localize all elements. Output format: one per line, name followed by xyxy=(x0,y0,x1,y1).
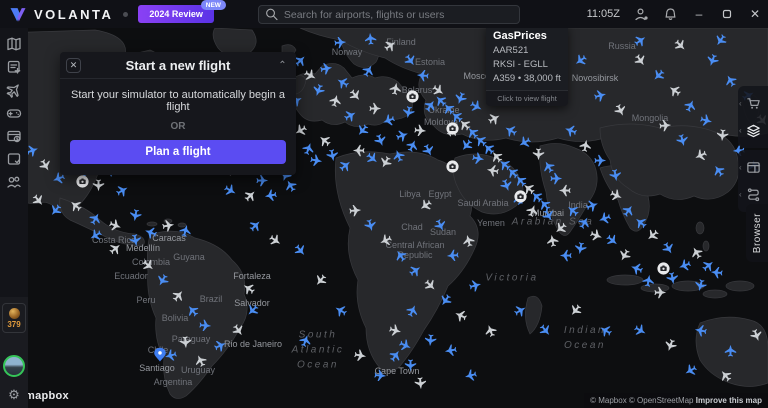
camera-marker[interactable] xyxy=(513,189,528,204)
store-cart-button[interactable]: ‹ xyxy=(738,90,768,117)
route-icon xyxy=(746,187,761,202)
sidebar-item-logbook[interactable] xyxy=(0,124,28,147)
search-icon xyxy=(265,7,279,22)
tooltip-hint: Click to view flight xyxy=(486,90,568,106)
sidebar-item-aircraft[interactable] xyxy=(0,78,28,101)
left-sidebar: 379 ⚙ xyxy=(0,28,28,408)
user-avatar[interactable] xyxy=(3,355,25,377)
review-2024-button[interactable]: 2024 Review NEW xyxy=(138,5,214,23)
app-name: VOLANTA xyxy=(34,7,113,22)
card-close-icon[interactable]: ✕ xyxy=(66,58,81,73)
mapbox-wordmark: mapbox xyxy=(25,390,69,402)
close-button[interactable]: ✕ xyxy=(748,7,762,21)
or-divider: OR xyxy=(70,121,286,132)
attribution-copyright: © Mapbox © OpenStreetMap xyxy=(590,396,693,405)
browser-window-icon xyxy=(746,160,761,175)
credits-badge[interactable]: 379 xyxy=(2,303,26,333)
map-tools-panel: ‹ ‹ ‹ xyxy=(738,86,768,214)
tooltip-callsign: AAR521 xyxy=(493,44,561,58)
start-flight-card: ✕ Start a new flight ⌃ Start your simula… xyxy=(60,52,296,175)
zulu-clock: 11:05Z xyxy=(587,8,620,20)
chevron-up-icon[interactable]: ⌃ xyxy=(275,60,290,71)
chevron-left-icon: ‹ xyxy=(739,126,742,135)
settings-gear-icon[interactable]: ⚙ xyxy=(0,387,28,403)
coin-icon xyxy=(9,308,20,319)
search-input[interactable] xyxy=(284,9,513,21)
screenshot-check-icon xyxy=(6,151,22,167)
camera-marker[interactable] xyxy=(445,121,460,136)
search-bar[interactable] xyxy=(258,5,520,24)
sidebar-item-multiplayer[interactable] xyxy=(0,101,28,124)
location-pin-marker[interactable] xyxy=(152,346,168,362)
chevron-left-icon: ‹ xyxy=(739,163,742,172)
titlebar: VOLANTA 2024 Review NEW 11:05Z – xyxy=(0,0,768,28)
volanta-app-window: RussiaMongoliaFinlandNorwayEstoniaBelaru… xyxy=(0,0,768,408)
camera-marker[interactable] xyxy=(75,174,90,189)
tooltip-aircraft-altitude: A359 • 38,000 ft xyxy=(493,72,561,86)
improve-map-link[interactable]: Improve this map xyxy=(696,396,762,405)
chevron-left-icon: ‹ xyxy=(739,190,742,199)
tooltip-route: RKSI - EGLL xyxy=(493,58,561,72)
flight-plan-add-icon xyxy=(6,59,22,75)
notifications-bell-icon[interactable] xyxy=(663,7,678,22)
layers-icon xyxy=(746,123,761,138)
friends-icon[interactable] xyxy=(634,7,649,22)
separator-dot xyxy=(123,12,128,17)
volanta-logo-icon xyxy=(8,4,28,24)
flight-tooltip[interactable]: GasPrices AAR521 RKSI - EGLL A359 • 38,0… xyxy=(486,24,568,106)
map-icon xyxy=(6,36,22,52)
card-title: Start a new flight xyxy=(81,58,275,73)
logbook-icon xyxy=(6,128,22,144)
chevron-left-icon: ‹ xyxy=(739,99,742,108)
sidebar-item-flight-plan[interactable] xyxy=(0,55,28,78)
game-controller-icon xyxy=(6,105,22,121)
map-attribution[interactable]: © Mapbox © OpenStreetMap Improve this ma… xyxy=(584,393,768,408)
browser-tab-label: Browser xyxy=(752,213,763,253)
restore-button[interactable] xyxy=(720,7,734,21)
camera-marker[interactable] xyxy=(656,261,671,276)
sidebar-item-screenshots[interactable] xyxy=(0,147,28,170)
browser-window-button[interactable]: ‹ xyxy=(738,154,768,181)
camera-marker[interactable] xyxy=(405,89,420,104)
new-badge: NEW xyxy=(201,0,226,10)
app-logo[interactable]: VOLANTA xyxy=(0,4,113,24)
cart-icon xyxy=(746,96,761,111)
browser-side-tab[interactable]: Browser xyxy=(746,204,768,262)
tooltip-airline: GasPrices xyxy=(493,30,561,42)
users-group-icon xyxy=(6,174,22,190)
sidebar-item-community[interactable] xyxy=(0,170,28,193)
card-instruction: Start your simulator to automatically be… xyxy=(70,89,286,113)
sidebar-bottom-section: 379 ⚙ xyxy=(0,297,28,408)
sidebar-item-map[interactable] xyxy=(0,32,28,55)
aircraft-icon xyxy=(6,82,22,98)
minimize-button[interactable]: – xyxy=(692,7,706,21)
camera-marker[interactable] xyxy=(445,159,460,174)
credits-count: 379 xyxy=(7,320,20,329)
map-layers-button[interactable]: ‹ xyxy=(738,117,768,144)
plan-flight-button[interactable]: Plan a flight xyxy=(70,140,286,164)
